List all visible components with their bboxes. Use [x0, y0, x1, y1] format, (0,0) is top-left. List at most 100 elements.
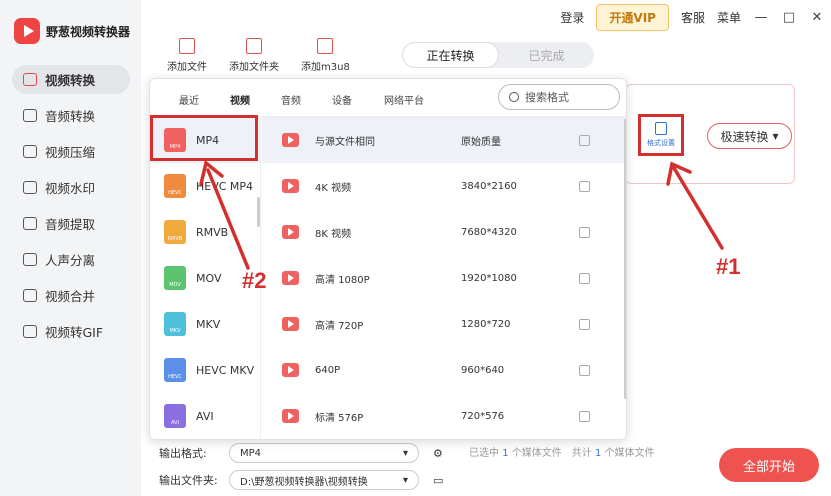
- add-m3u8-icon: [317, 38, 334, 54]
- output-format-row: 输出格式: MP4 ▾ ⚙: [159, 443, 443, 463]
- annotation-2: #2: [242, 268, 267, 293]
- nav-item-audio-extract[interactable]: 音频提取: [12, 209, 130, 238]
- video-play-icon: [282, 317, 299, 331]
- service-link[interactable]: 客服: [681, 9, 705, 26]
- edit-icon[interactable]: [579, 364, 590, 376]
- preset-name: 标清 576P: [315, 412, 364, 424]
- nav-item-video-watermark[interactable]: 视频水印: [12, 173, 130, 202]
- close-icon[interactable]: ✕: [809, 10, 825, 25]
- search-icon: [509, 92, 519, 102]
- app-title: 野葱视频转换器: [46, 24, 131, 39]
- preset-row[interactable]: 高清 1080P 1920*1080: [262, 255, 626, 301]
- add-m3u8-label: 添加m3u8: [301, 62, 350, 73]
- output-folder-select[interactable]: D:\野葱视频转换器\视频转换 ▾: [229, 470, 419, 490]
- file-stats: 已选中 1 个媒体文件 共计 1 个媒体文件: [469, 444, 655, 459]
- nav-item-video-merge[interactable]: 视频合并: [12, 281, 130, 310]
- preset-row[interactable]: 高清 720P 1280*720: [262, 301, 626, 347]
- nav-label: 视频水印: [45, 181, 96, 196]
- nav-item-video-compress[interactable]: 视频压缩: [12, 137, 130, 166]
- preset-name: 与源文件相同: [315, 136, 375, 148]
- format-name: MKV: [196, 317, 221, 331]
- nav-label: 视频压缩: [45, 145, 96, 160]
- chevron-down-icon: ▾: [402, 447, 408, 459]
- video-play-icon: [282, 363, 299, 377]
- format-item-avi[interactable]: AVI AVI: [150, 393, 260, 439]
- preset-resolution: 1920*1080: [461, 272, 517, 284]
- edit-icon[interactable]: [579, 226, 590, 238]
- format-item-hevc-mkv[interactable]: HEVC HEVC MKV: [150, 347, 260, 393]
- format-item-rmvb[interactable]: RMVB RMVB: [150, 209, 260, 255]
- hevc-mp4-file-icon: HEVC: [164, 174, 186, 198]
- format-settings-icon: [655, 122, 667, 135]
- output-folder-value: D:\野葱视频转换器\视频转换: [240, 476, 368, 488]
- speed-convert-dropdown[interactable]: 极速转换 ▾: [707, 123, 792, 149]
- tab-network[interactable]: 网络平台: [384, 92, 424, 107]
- preset-resolution: 960*640: [461, 364, 505, 376]
- format-search-input[interactable]: 搜索格式: [498, 84, 620, 110]
- mov-file-icon: MOV: [164, 266, 186, 290]
- preset-row[interactable]: 标清 576P 720*576: [262, 393, 626, 439]
- minimize-icon[interactable]: —: [753, 10, 769, 25]
- video-merge-icon: [23, 289, 37, 302]
- edit-icon[interactable]: [579, 180, 590, 192]
- add-m3u8-button[interactable]: 添加m3u8: [301, 38, 350, 73]
- format-name: RMVB: [196, 225, 229, 239]
- nav-label: 视频转换: [45, 73, 96, 88]
- settings-icon[interactable]: ⚙: [433, 447, 443, 460]
- tab-video[interactable]: 视频: [230, 92, 250, 107]
- preset-resolution: 1280*720: [461, 318, 511, 330]
- tab-converting[interactable]: 正在转换: [402, 42, 499, 68]
- output-format-select[interactable]: MP4 ▾: [229, 443, 419, 463]
- edit-icon[interactable]: [579, 318, 590, 330]
- preset-resolution: 7680*4320: [461, 226, 517, 238]
- nav-item-video-convert[interactable]: 视频转换: [12, 65, 130, 94]
- edit-icon[interactable]: [579, 410, 590, 422]
- chevron-down-icon: ▾: [402, 474, 408, 486]
- voice-separate-icon: [23, 253, 37, 266]
- start-all-button[interactable]: 全部开始: [719, 448, 819, 482]
- menu-link[interactable]: 菜单: [717, 9, 741, 26]
- tab-recent[interactable]: 最近: [179, 92, 199, 107]
- preset-list-scrollbar[interactable]: [624, 119, 626, 399]
- nav-item-audio-convert[interactable]: 音频转换: [12, 101, 130, 130]
- preset-row[interactable]: 640P 960*640: [262, 347, 626, 393]
- tab-audio[interactable]: 音频: [281, 92, 301, 107]
- output-format-value: MP4: [240, 447, 262, 459]
- tab-done[interactable]: 已完成: [499, 42, 594, 68]
- preset-name: 高清 1080P: [315, 274, 370, 286]
- preset-row[interactable]: 与源文件相同 原始质量: [262, 117, 626, 163]
- tab-device[interactable]: 设备: [332, 92, 352, 107]
- video-play-icon: [282, 409, 299, 423]
- edit-icon[interactable]: [579, 272, 590, 284]
- app-logo: 野葱视频转换器: [14, 18, 130, 44]
- preset-list: 与源文件相同 原始质量 4K 视频 3840*2160 8K 视频 7680*4320…: [262, 117, 626, 439]
- nav-label: 视频转GIF: [45, 325, 104, 340]
- folder-icon[interactable]: ▭: [433, 474, 443, 487]
- nav-menu: 视频转换 音频转换 视频压缩 视频水印 音频提取 人声分离 视频合并 视频转GI…: [12, 65, 130, 353]
- output-folder-label: 输出文件夹:: [159, 474, 218, 487]
- format-item-hevc-mp4[interactable]: HEVC HEVC MP4: [150, 163, 260, 209]
- restore-icon[interactable]: □: [781, 10, 797, 25]
- login-link[interactable]: 登录: [560, 9, 584, 26]
- nav-item-video-to-gif[interactable]: 视频转GIF: [12, 317, 130, 346]
- chevron-down-icon: ▾: [772, 129, 779, 143]
- preset-resolution: 720*576: [461, 410, 505, 422]
- nav-label: 音频转换: [45, 109, 96, 124]
- hevc-mkv-file-icon: HEVC: [164, 358, 186, 382]
- nav-item-voice-separate[interactable]: 人声分离: [12, 245, 130, 274]
- preset-name: 高清 720P: [315, 320, 364, 332]
- preset-row[interactable]: 8K 视频 7680*4320: [262, 209, 626, 255]
- preset-row[interactable]: 4K 视频 3840*2160: [262, 163, 626, 209]
- vip-button[interactable]: 开通VIP: [596, 4, 669, 31]
- nav-label: 视频合并: [45, 289, 96, 304]
- format-name: MOV: [196, 271, 222, 285]
- format-settings-button[interactable]: 格式设置: [638, 114, 684, 156]
- format-item-mkv[interactable]: MKV MKV: [150, 301, 260, 347]
- total-count: 共计 1 个媒体文件: [571, 448, 655, 459]
- add-folder-button[interactable]: 添加文件夹: [229, 38, 279, 73]
- edit-icon[interactable]: [579, 134, 590, 146]
- add-file-button[interactable]: 添加文件: [167, 38, 207, 73]
- avi-file-icon: AVI: [164, 404, 186, 428]
- speed-convert-label: 极速转换: [720, 129, 769, 144]
- format-list-scrollbar[interactable]: [257, 197, 260, 227]
